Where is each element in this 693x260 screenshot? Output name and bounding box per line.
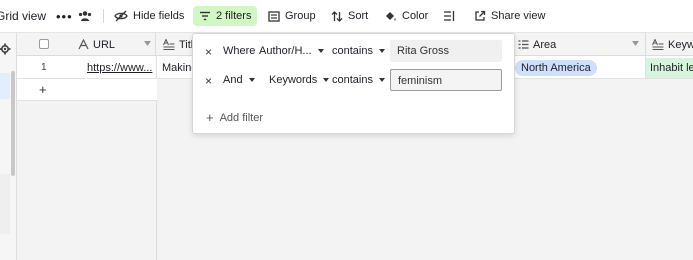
add-filter-label: Add filter <box>219 111 264 124</box>
toolbar: Grid view ••• Hide fields 2 filters Grou… <box>0 0 693 33</box>
remove-filter-button[interactable]: × <box>205 74 212 88</box>
area-cell[interactable]: North America <box>511 56 646 79</box>
share-view-label: Share view <box>491 10 546 22</box>
gear-icon[interactable] <box>0 43 11 55</box>
filter-conjunction-value: And <box>223 74 243 86</box>
filter-conjunction-select[interactable]: And <box>223 74 255 86</box>
collaborators-button[interactable] <box>78 6 92 26</box>
chevron-down-icon[interactable] <box>144 41 151 46</box>
sort-button[interactable]: Sort <box>325 6 374 26</box>
filters-label: 2 filters <box>216 10 252 22</box>
view-more-button[interactable]: ••• <box>56 6 73 26</box>
plus-icon: + <box>39 82 47 97</box>
group-button[interactable]: Group <box>262 6 322 26</box>
column-header-url[interactable]: URL <box>72 33 157 56</box>
paint-bucket-icon <box>386 12 396 21</box>
filter-operator-value: contains <box>332 74 373 86</box>
add-record-row[interactable]: + <box>17 79 157 101</box>
filter-value-input[interactable]: Rita Gross <box>390 40 502 62</box>
plus-icon: + <box>206 110 214 125</box>
people-icon <box>78 11 92 21</box>
color-label: Color <box>402 10 429 22</box>
filter-operator-select[interactable]: contains <box>332 74 385 86</box>
filter-field-value: Author/H... <box>259 45 312 57</box>
filter-field-value: Keywords <box>269 74 318 86</box>
sidebar-scrollbar[interactable] <box>11 71 15 176</box>
column-header-keywords[interactable]: Keyw <box>646 33 693 56</box>
filter-value-input[interactable]: feminism <box>390 69 502 91</box>
hide-fields-button[interactable]: Hide fields <box>108 6 190 26</box>
column-header-label: Area <box>533 38 557 51</box>
filter-icon <box>200 11 210 21</box>
sort-label: Sort <box>348 10 369 22</box>
group-label: Group <box>285 10 316 22</box>
caret-down-icon <box>248 78 255 82</box>
left-sidebar <box>0 33 17 260</box>
filters-button[interactable]: 2 filters <box>193 6 258 26</box>
caret-down-icon <box>323 78 330 82</box>
add-filter-button[interactable]: + Add filter <box>206 110 263 125</box>
filter-condition-row: × And Keywords contains feminism <box>193 69 516 91</box>
grid-empty-area <box>17 101 157 260</box>
filter-operator-select[interactable]: contains <box>332 45 385 57</box>
eye-slash-icon <box>114 10 128 22</box>
view-name-label: Grid view <box>0 9 47 23</box>
column-header-label: URL <box>93 38 116 51</box>
hide-fields-label: Hide fields <box>133 10 185 22</box>
sort-icon <box>331 10 343 22</box>
group-icon <box>268 10 280 22</box>
filter-field-select[interactable]: Keywords <box>269 74 330 86</box>
url-cell[interactable]: https://www... <box>77 56 157 79</box>
multi-select-icon <box>518 39 529 50</box>
chevron-down-icon[interactable] <box>632 41 639 46</box>
color-button[interactable]: Color <box>378 6 434 26</box>
more-icon: ••• <box>56 8 73 24</box>
select-all-checkbox[interactable] <box>39 39 49 49</box>
sidebar-selected-view[interactable] <box>0 73 10 99</box>
toolbar-divider <box>103 9 104 23</box>
row-height-icon <box>444 11 455 21</box>
area-tag: North America <box>515 59 597 76</box>
view-name-button[interactable]: Grid view <box>0 6 46 26</box>
keywords-cell[interactable]: Inhabit le <box>646 56 693 79</box>
long-text-icon <box>163 39 175 50</box>
remove-filter-button[interactable]: × <box>205 45 212 59</box>
sidebar-section <box>0 174 10 234</box>
long-text-icon <box>652 39 664 50</box>
keywords-value: Inhabit le <box>646 57 693 78</box>
filter-condition-row: × Where Author/H... contains Rita Gross <box>193 40 516 62</box>
filter-conjunction-label: Where <box>223 45 256 57</box>
filter-operator-value: contains <box>332 45 373 57</box>
filter-field-select[interactable]: Author/H... <box>259 45 324 57</box>
column-header-area[interactable]: Area <box>511 33 646 56</box>
column-header-label: Keyw <box>668 38 693 51</box>
row-height-button[interactable] <box>437 6 466 26</box>
text-a-icon <box>78 39 89 50</box>
caret-down-icon <box>317 49 324 53</box>
caret-down-icon <box>378 78 385 82</box>
share-view-button[interactable]: Share view <box>468 6 551 26</box>
share-icon <box>475 10 486 21</box>
caret-down-icon <box>378 49 385 53</box>
row-number: 1 <box>41 62 47 73</box>
filter-popup: × Where Author/H... contains Rita Gross … <box>192 33 515 134</box>
